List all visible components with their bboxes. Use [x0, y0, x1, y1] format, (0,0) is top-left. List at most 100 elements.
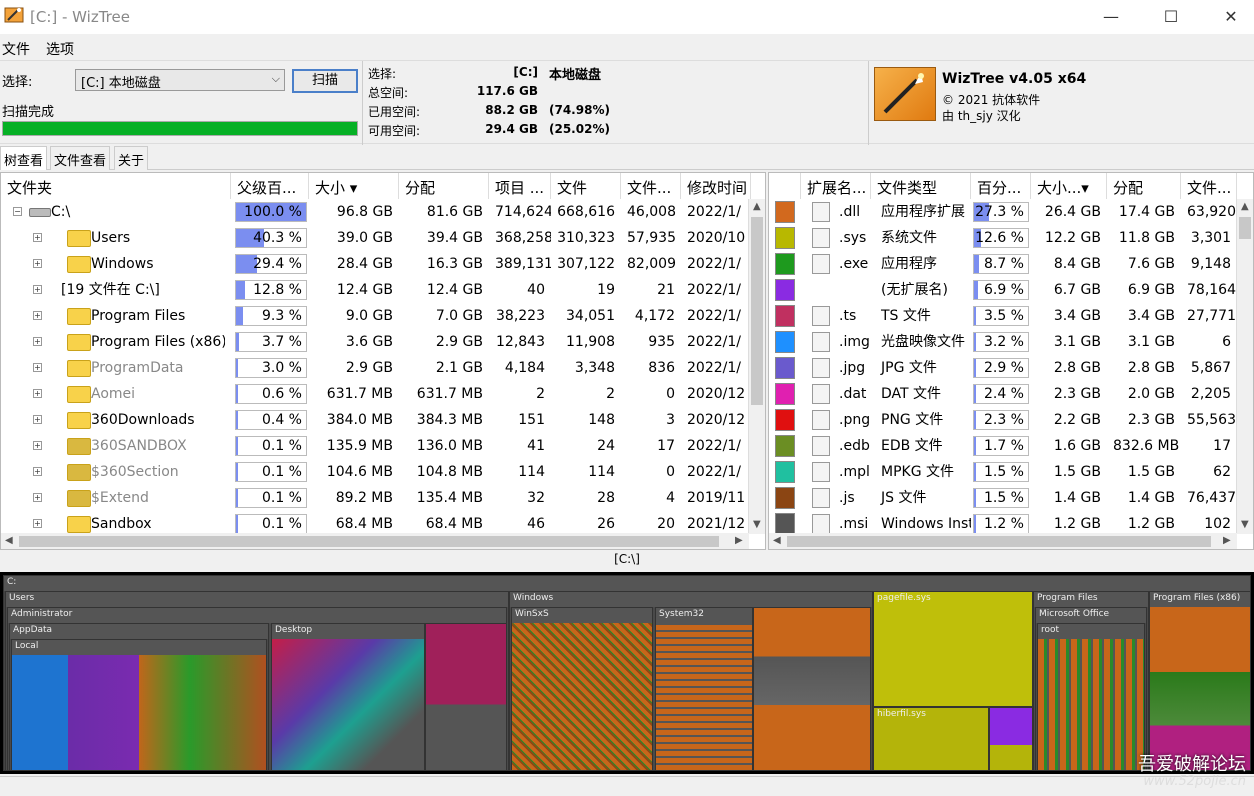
- parent-percent-bar: 0.6 %: [235, 384, 307, 404]
- expand-toggle-icon[interactable]: +: [33, 259, 42, 268]
- extension-row[interactable]: .dat DAT 文件 2.4 % 2.3 GB 2.0 GB 2,205: [769, 381, 1237, 407]
- tree-column-header[interactable]: 大小 ▾: [309, 173, 399, 199]
- close-button[interactable]: ✕: [1216, 4, 1246, 30]
- scroll-down-icon[interactable]: ▼: [753, 519, 761, 530]
- tree-row[interactable]: + $Extend 0.1 % 89.2 MB 135.4 MB 32 28 4 2019/11: [1, 485, 749, 511]
- expand-toggle-icon[interactable]: +: [33, 337, 42, 346]
- ext-vertical-scrollbar[interactable]: ▲ ▼: [1236, 199, 1253, 534]
- expand-toggle-icon[interactable]: +: [33, 233, 42, 242]
- scroll-up-icon[interactable]: ▲: [753, 201, 761, 212]
- tree-row[interactable]: + Aomei 0.6 % 631.7 MB 631.7 MB 2 2 0 2020/12: [1, 381, 749, 407]
- treemap-hiberfil[interactable]: hiberfil.sys: [873, 707, 989, 771]
- ext-horizontal-scrollbar[interactable]: ◀ ▶: [769, 533, 1237, 549]
- ext-column-header[interactable]: 大小...▾: [1031, 173, 1107, 199]
- scroll-thumb[interactable]: [1239, 217, 1251, 239]
- treemap-windows-other[interactable]: [753, 607, 871, 771]
- tree-column-header[interactable]: 文件...: [621, 173, 681, 199]
- tree-column-header[interactable]: 修改时间: [681, 173, 751, 199]
- tree-row[interactable]: + Program Files (x86) 3.7 % 3.6 GB 2.9 GB 12,…: [1, 329, 749, 355]
- tree-row[interactable]: +360SANDBOX 0.1 % 135.9 MB 136.0 MB 41 24 17 20…: [1, 433, 749, 459]
- extension-row[interactable]: .sys 系统文件 12.6 % 12.2 GB 11.8 GB 3,301: [769, 225, 1237, 251]
- expand-toggle-icon[interactable]: +: [33, 363, 42, 372]
- tab-tree-view[interactable]: 树查看: [0, 146, 48, 170]
- extension-row[interactable]: .mpl MPKG 文件 1.5 % 1.5 GB 1.5 GB 62: [769, 459, 1237, 485]
- extension-row[interactable]: .jpg JPG 文件 2.9 % 2.8 GB 2.8 GB 5,867: [769, 355, 1237, 381]
- extension-row[interactable]: .js JS 文件 1.5 % 1.4 GB 1.4 GB 76,437: [769, 485, 1237, 511]
- tree-horizontal-scrollbar[interactable]: ◀ ▶: [1, 533, 749, 549]
- ext-column-header[interactable]: 分配: [1107, 173, 1181, 199]
- expand-toggle-icon[interactable]: +: [33, 285, 42, 294]
- menu-options[interactable]: 选项: [46, 39, 74, 59]
- extension-row[interactable]: .edb EDB 文件 1.7 % 1.6 GB 832.6 MB 17: [769, 433, 1237, 459]
- expand-toggle-icon[interactable]: +: [33, 311, 42, 320]
- tree-cell-items: 40: [527, 282, 545, 298]
- tree-row[interactable]: + Program Files 9.3 % 9.0 GB 7.0 GB 38,223 34,…: [1, 303, 749, 329]
- expand-toggle-icon[interactable]: +: [33, 467, 42, 476]
- tree-cell-items: 32: [527, 490, 545, 506]
- color-swatch: [775, 409, 795, 431]
- ext-column-header[interactable]: 扩展名...: [801, 173, 871, 199]
- expand-toggle-icon[interactable]: +: [33, 441, 42, 450]
- treemap-office-root[interactable]: root: [1037, 623, 1145, 771]
- parent-percent-bar: 40.3 %: [235, 228, 307, 248]
- ext-column-header[interactable]: 百分...: [971, 173, 1031, 199]
- ext-column-header[interactable]: 文件...: [1181, 173, 1237, 199]
- treemap-desktop[interactable]: Desktop: [271, 623, 425, 771]
- treemap[interactable]: C: Users Administrator AppData Local Des…: [0, 572, 1254, 774]
- expand-toggle-icon[interactable]: +: [33, 493, 42, 502]
- scroll-right-icon[interactable]: ▶: [1223, 535, 1231, 546]
- ext-column-header[interactable]: 文件类型: [871, 173, 971, 199]
- folder-tree-grid[interactable]: 文件夹 父级百... 大小 ▾ 分配 项目 ... 文件 文件... 修改时间 − C:\ 100…: [0, 172, 766, 550]
- scroll-thumb[interactable]: [751, 217, 763, 405]
- treemap-winsxs[interactable]: WinSxS: [511, 607, 653, 771]
- tree-row[interactable]: +360Downloads 0.4 % 384.0 MB 384.3 MB 151 148…: [1, 407, 749, 433]
- scroll-down-icon[interactable]: ▼: [1241, 519, 1249, 530]
- minimize-button[interactable]: —: [1096, 4, 1126, 30]
- treemap-desktop-media[interactable]: [425, 623, 507, 771]
- tree-column-header[interactable]: 文件: [551, 173, 621, 199]
- tab-about[interactable]: 关于: [114, 146, 149, 170]
- file-type: DAT 文件: [881, 386, 942, 402]
- ext-column-header[interactable]: [769, 173, 801, 199]
- tree-column-header[interactable]: 父级百...: [231, 173, 309, 199]
- tree-column-header[interactable]: 文件夹: [1, 173, 231, 199]
- tree-column-header[interactable]: 分配: [399, 173, 489, 199]
- extension-row[interactable]: .exe 应用程序 8.7 % 8.4 GB 7.6 GB 9,148: [769, 251, 1237, 277]
- treemap-local[interactable]: Local: [11, 639, 267, 771]
- tree-row[interactable]: + [19 文件在 C:\] 12.8 % 12.4 GB 12.4 GB 40 19 21 2…: [1, 277, 749, 303]
- extension-row[interactable]: .png PNG 文件 2.3 % 2.2 GB 2.3 GB 55,563: [769, 407, 1237, 433]
- folder-name: ProgramData: [91, 360, 184, 376]
- tree-row[interactable]: + $360Section 0.1 % 104.6 MB 104.8 MB 114 114 0…: [1, 459, 749, 485]
- extension-name: .ts: [839, 308, 857, 324]
- expand-toggle-icon[interactable]: +: [33, 389, 42, 398]
- tree-row[interactable]: + Windows 29.4 % 28.4 GB 16.3 GB 389,131 307,1…: [1, 251, 749, 277]
- expand-toggle-icon[interactable]: +: [33, 415, 42, 424]
- extension-row[interactable]: .ts TS 文件 3.5 % 3.4 GB 3.4 GB 27,771: [769, 303, 1237, 329]
- tree-column-header[interactable]: 项目 ...: [489, 173, 551, 199]
- extension-row[interactable]: .dll 应用程序扩展 27.3 % 26.4 GB 17.4 GB 63,920: [769, 199, 1237, 225]
- treemap-pagefile[interactable]: pagefile.sys: [873, 591, 1033, 707]
- extension-grid[interactable]: 扩展名... 文件类型 百分... 大小...▾ 分配 文件... .dll 应用程序扩展 2…: [768, 172, 1254, 550]
- treemap-sys-files[interactable]: [989, 707, 1033, 771]
- extension-row[interactable]: .img 光盘映像文件 3.2 % 3.1 GB 3.1 GB 6: [769, 329, 1237, 355]
- tree-row[interactable]: + Users 40.3 % 39.0 GB 39.4 GB 368,258 310,323…: [1, 225, 749, 251]
- tree-vertical-scrollbar[interactable]: ▲ ▼: [748, 199, 765, 534]
- maximize-button[interactable]: ☐: [1156, 4, 1186, 30]
- scroll-thumb[interactable]: [19, 536, 719, 547]
- treemap-program-files-x86[interactable]: Program Files (x86): [1149, 591, 1251, 771]
- scroll-left-icon[interactable]: ◀: [773, 535, 781, 546]
- tree-row[interactable]: + ProgramData 3.0 % 2.9 GB 2.1 GB 4,184 3,348 8…: [1, 355, 749, 381]
- scroll-right-icon[interactable]: ▶: [735, 535, 743, 546]
- tab-file-view[interactable]: 文件查看: [50, 146, 111, 170]
- scan-button[interactable]: 扫描: [292, 69, 358, 93]
- expand-toggle-icon[interactable]: +: [33, 519, 42, 528]
- expand-toggle-icon[interactable]: −: [13, 207, 22, 216]
- scroll-left-icon[interactable]: ◀: [5, 535, 13, 546]
- menu-file[interactable]: 文件: [2, 39, 30, 59]
- scroll-thumb[interactable]: [787, 536, 1211, 547]
- tree-row[interactable]: − C:\ 100.0 % 96.8 GB 81.6 GB 714,624 668,616 4…: [1, 199, 749, 225]
- scroll-up-icon[interactable]: ▲: [1241, 201, 1249, 212]
- treemap-system32[interactable]: System32: [655, 607, 753, 771]
- extension-row[interactable]: (无扩展名) 6.9 % 6.7 GB 6.9 GB 78,164: [769, 277, 1237, 303]
- drive-select[interactable]: [C:] 本地磁盘 ⌵: [75, 69, 285, 91]
